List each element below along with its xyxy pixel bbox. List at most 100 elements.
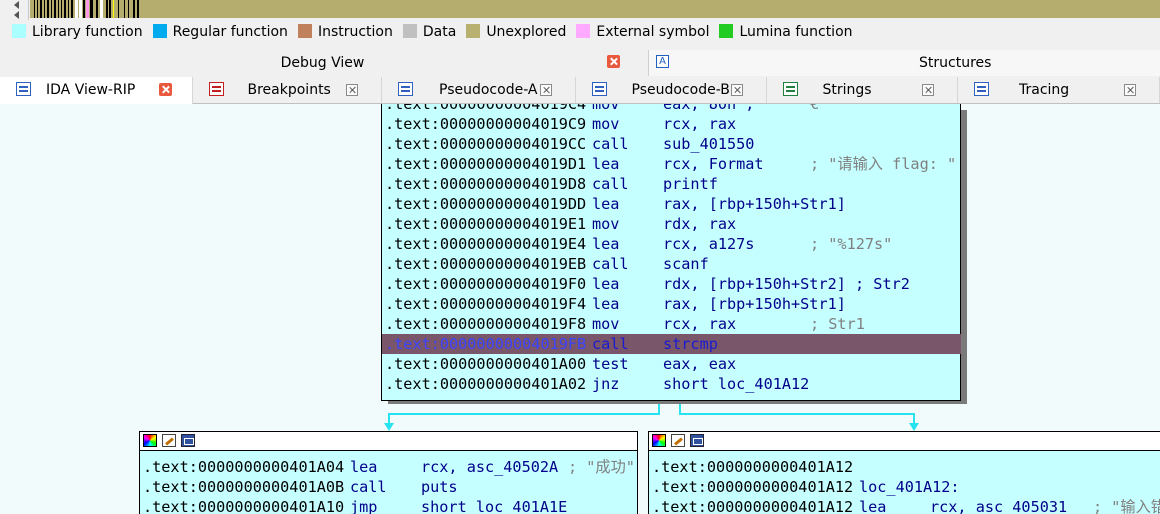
color-palette-icon[interactable] <box>143 434 157 447</box>
legend-item: Library function <box>12 24 143 40</box>
asm-line[interactable]: .text:0000000000401A12 loc_401A12: <box>649 477 1160 497</box>
asm-mnemonic: call <box>592 255 629 273</box>
asm-line[interactable]: .text:00000000004019F4 lea rax, [rbp+150h+… <box>382 294 961 314</box>
tab-strings[interactable]: Strings <box>767 77 958 103</box>
asm-operands: printf <box>663 175 718 193</box>
graph-block-success[interactable]: .text:0000000000401A04 lea rcx, asc_40502A… <box>139 431 638 514</box>
asm-line[interactable]: .text:00000000004019C4 mov eax, 80h ; € <box>382 104 961 114</box>
debug-view-close-icon[interactable] <box>607 55 620 68</box>
tab-debug-view[interactable]: Debug View <box>0 50 645 76</box>
tab-pseudocode-b[interactable]: Pseudocode-B <box>576 77 767 103</box>
legend-label: External symbol <box>596 24 710 40</box>
asm-operands: eax, eax <box>663 355 737 373</box>
nav-scroll-up-icon[interactable] <box>14 1 19 9</box>
asm-address: .text:00000000004019EB <box>385 255 587 273</box>
asm-address: .text:0000000000401A12 <box>652 498 854 514</box>
legend-swatch <box>402 24 417 38</box>
asm-mnemonic: test <box>592 355 629 373</box>
asm-line[interactable]: .text:00000000004019DD lea rax, [rbp+150h+… <box>382 194 961 214</box>
asm-mnemonic: mov <box>592 115 620 133</box>
asm-mnemonic: lea <box>592 155 620 173</box>
group-nodes-icon[interactable] <box>181 434 195 447</box>
tab-structures[interactable]: A Structures <box>648 50 1160 76</box>
asm-line[interactable]: .text:0000000000401A00 test eax, eax <box>382 354 961 374</box>
color-palette-icon[interactable] <box>652 434 666 447</box>
graph-block-fail[interactable]: .text:0000000000401A12 .text:000000000040… <box>648 431 1160 514</box>
asm-address: .text:00000000004019C4 <box>385 104 587 113</box>
legend-item: Data <box>402 24 457 40</box>
strings-icon <box>783 82 798 96</box>
tab-close-icon[interactable] <box>159 83 172 96</box>
asm-line[interactable]: .text:00000000004019F0 lea rdx, [rbp+150h+… <box>382 274 961 294</box>
asm-operands: rcx, Format <box>663 155 764 173</box>
legend-swatch <box>152 24 167 38</box>
asm-line[interactable]: .text:00000000004019F8 mov rcx, rax ; Str1 <box>382 314 961 334</box>
asm-line[interactable]: .text:0000000000401A12 <box>649 457 1160 477</box>
ida-graph-view[interactable]: .text:00000000004019C4 mov eax, 80h ; € .tex… <box>0 104 1160 514</box>
nav-scroll-down-icon[interactable] <box>14 11 19 19</box>
asm-mnemonic: mov <box>592 104 620 113</box>
asm-address: .text:0000000000401A00 <box>385 355 587 373</box>
legend-label: Unexplored <box>486 24 567 40</box>
asm-line[interactable]: .text:00000000004019D1 lea rcx, Format ; "请… <box>382 154 961 174</box>
asm-line[interactable]: .text:0000000000401A10 jmp short loc_401A1… <box>140 497 638 514</box>
asm-line[interactable]: .text:00000000004019E4 lea rcx, a127s ; "%1… <box>382 234 961 254</box>
legend-label: Data <box>422 24 457 40</box>
tab-label: Pseudocode-A <box>439 82 538 98</box>
asm-line[interactable]: .text:00000000004019E1 mov rdx, rax <box>382 214 961 234</box>
tab-pseudocode-a[interactable]: Pseudocode-A <box>382 77 576 103</box>
tab-close-icon[interactable] <box>346 84 358 96</box>
asm-line[interactable]: .text:0000000000401A02 jnz short loc_401A1… <box>382 374 961 394</box>
navigation-band[interactable] <box>0 0 1160 20</box>
asm-mnemonic: call <box>592 335 629 353</box>
asm-operands: scanf <box>663 255 709 273</box>
legend-item: Instruction <box>297 24 393 40</box>
asm-operands: rdx, rax <box>663 215 737 233</box>
tab-label: Strings <box>822 82 872 98</box>
legend-label: Lumina function <box>739 24 853 40</box>
legend-item: Regular function <box>152 24 288 40</box>
breakpoints-icon <box>209 82 224 96</box>
edge-arrow-right-icon <box>909 423 919 431</box>
asm-line[interactable]: .text:00000000004019CC call sub_401550 <box>382 134 961 154</box>
asm-address: .text:00000000004019C9 <box>385 115 587 133</box>
legend-item: Unexplored <box>466 24 566 40</box>
tab-ida-view-rip[interactable]: IDA View-RIP <box>0 77 193 104</box>
asm-comment: ; Str1 <box>810 315 865 333</box>
asm-operands: rdx, [rbp+150h+Str2] ; Str2 <box>663 275 910 293</box>
asm-line[interactable]: .text:00000000004019D8 call printf <box>382 174 961 194</box>
graph-block-main[interactable]: .text:00000000004019C4 mov eax, 80h ; € .tex… <box>381 104 961 401</box>
tab-breakpoints[interactable]: Breakpoints <box>193 77 382 103</box>
asm-line[interactable]: .text:0000000000401A0B call puts <box>140 477 638 497</box>
tab-tracing[interactable]: Tracing <box>958 77 1160 103</box>
tracing-icon <box>974 82 989 96</box>
structures-icon: A <box>656 55 669 68</box>
legend-swatch <box>576 24 591 38</box>
asm-mnemonic: lea <box>859 498 887 514</box>
rename-icon[interactable] <box>671 434 685 447</box>
tab-close-icon[interactable] <box>1124 84 1136 96</box>
asm-line[interactable]: .text:00000000004019FB call strcmp <box>382 334 961 354</box>
debug-view-label: Debug View <box>280 55 365 71</box>
tab-close-icon[interactable] <box>540 84 552 96</box>
asm-operands: strcmp <box>663 335 718 353</box>
asm-operands: rcx, a127s <box>663 235 755 253</box>
asm-line[interactable]: .text:0000000000401A04 lea rcx, asc_40502A… <box>140 457 638 477</box>
navigation-strip[interactable] <box>30 0 1160 18</box>
asm-address: .text:00000000004019F4 <box>385 295 587 313</box>
asm-mnemonic: call <box>350 478 387 496</box>
asm-address: .text:00000000004019D1 <box>385 155 587 173</box>
tab-close-icon[interactable] <box>731 84 743 96</box>
edge-arrow-left-icon <box>384 423 394 431</box>
asm-line[interactable]: .text:0000000000401A12 lea rcx, asc_405031… <box>649 497 1160 514</box>
tab-close-icon[interactable] <box>922 84 934 96</box>
asm-line[interactable]: .text:00000000004019C9 mov rcx, rax <box>382 114 961 134</box>
rename-icon[interactable] <box>162 434 176 447</box>
asm-operands: short loc_401A12 <box>663 375 810 393</box>
asm-operands: rcx, asc_40502A <box>421 458 559 476</box>
asm-mnemonic: lea <box>592 275 620 293</box>
navigation-scroll-buttons[interactable] <box>0 0 29 20</box>
asm-mnemonic: lea <box>592 235 620 253</box>
group-nodes-icon[interactable] <box>690 434 704 447</box>
asm-line[interactable]: .text:00000000004019EB call scanf <box>382 254 961 274</box>
